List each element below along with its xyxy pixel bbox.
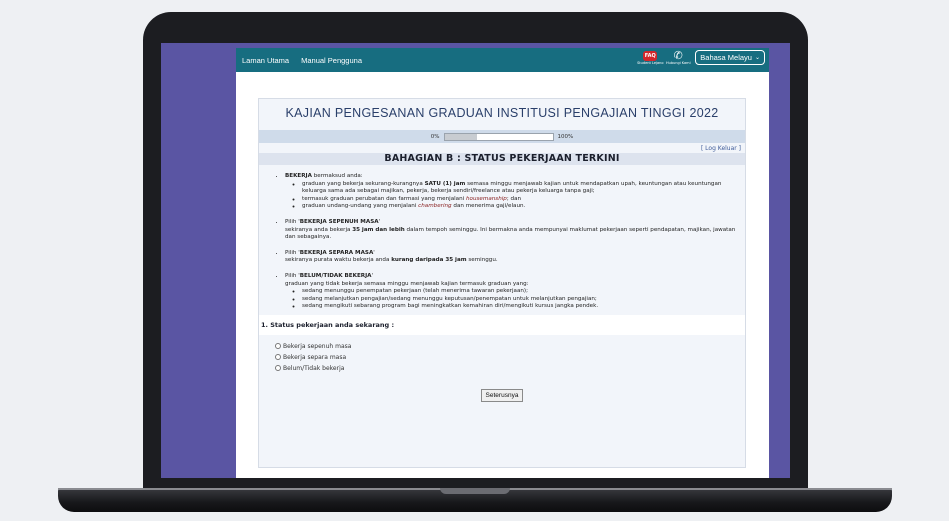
chevron-down-icon: ⌄ (754, 55, 760, 61)
bekerja-item-2: termasuk graduan perubatan dan farmasi y… (302, 196, 745, 204)
instruction-belum: Pilih 'BELUM/TIDAK BEKERJA' graduan yang… (285, 273, 745, 311)
bekerja-item-3-em: chambering (418, 203, 452, 210)
radio-belum-bekerja[interactable] (275, 365, 281, 372)
belum-item: sedang melanjutkan pengajian/sedang menu… (302, 296, 745, 304)
sepenuh-post: ' (378, 218, 381, 225)
instruction-sepenuh: Pilih 'BEKERJA SEPENUH MASA' sekiranya a… (285, 219, 745, 242)
progress-end-label: 100% (557, 133, 574, 140)
nav-link-manual[interactable]: Manual Pengguna (301, 56, 362, 65)
option-separa-masa[interactable]: Bekerja separa masa (275, 352, 745, 363)
bekerja-item-1-bold: SATU (1) jam (424, 180, 466, 187)
instructions: BEKERJA bermaksud anda: graduan yang bek… (259, 165, 745, 311)
term-sepenuh: BEKERJA SEPENUH MASA (299, 218, 379, 225)
faq-caption: Student Lejano (637, 60, 664, 65)
sepenuh-pre: Pilih ' (285, 218, 300, 225)
faq-button[interactable]: FAQ Student Lejano (637, 50, 664, 65)
belum-sublist: sedang menunggu penempatan pekerjaan (te… (285, 288, 745, 311)
bekerja-item-2-rest: ; dan (506, 195, 522, 202)
page-title: KAJIAN PENGESANAN GRADUAN INSTITUSI PENG… (285, 106, 719, 120)
logout-row: [ Log Keluar ] (259, 143, 745, 153)
phone-icon: ✆ (673, 48, 683, 62)
bekerja-item-1-text: graduan yang bekerja sekurang-kurangnya (302, 180, 425, 187)
contact-button[interactable]: ✆ Hubungi Kami (665, 48, 691, 65)
button-row: Seterusnya (259, 382, 745, 402)
laptop-screen: Laman Utama Manual Pengguna FAQ Student … (161, 43, 790, 478)
term-belum: BELUM/TIDAK BEKERJA (299, 272, 372, 279)
option-label: Belum/Tidak bekerja (283, 364, 345, 372)
option-sepenuh-masa[interactable]: Bekerja sepenuh masa (275, 341, 745, 352)
belum-pre: Pilih ' (285, 272, 300, 279)
bekerja-item-3-text: graduan undang-undang yang menjalani (302, 203, 419, 210)
contact-caption: Hubungi Kami (665, 60, 691, 65)
bekerja-item-2-text: termasuk graduan perubatan dan farmasi y… (302, 195, 466, 202)
progress-start-label: 0% (430, 133, 440, 140)
instruction-list: BEKERJA bermaksud anda: graduan yang bek… (279, 173, 745, 311)
term-separa: BEKERJA SEPARA MASA (299, 249, 374, 256)
survey-panel: KAJIAN PENGESANAN GRADUAN INSTITUSI PENG… (258, 98, 746, 468)
radio-separa-masa[interactable] (275, 354, 281, 361)
nav-link-home[interactable]: Laman Utama (242, 56, 289, 65)
faq-icon: FAQ (643, 50, 658, 61)
separa-desc-bold: kurang daripada 35 jam (391, 257, 467, 264)
term-bekerja: BEKERJA (285, 173, 312, 179)
section-title: BAHAGIAN B : STATUS PEKERJAAN TERKINI (259, 153, 745, 165)
bekerja-item-3-rest: dan menerima gaji/elaun. (451, 203, 526, 210)
progress-row: 0% 100% (259, 130, 745, 143)
belum-item: sedang mengikuti sebarang program bagi m… (302, 303, 745, 311)
laptop-notch (440, 488, 510, 494)
option-belum-bekerja[interactable]: Belum/Tidak bekerja (275, 363, 745, 374)
belum-post: ' (371, 272, 374, 279)
question-label: 1. Status pekerjaan anda sekarang : (259, 314, 745, 335)
logout-link[interactable]: [ Log Keluar ] (701, 145, 741, 152)
bekerja-item-1: graduan yang bekerja sekurang-kurangnya … (302, 181, 745, 196)
separa-post: ' (373, 249, 375, 256)
next-button[interactable]: Seterusnya (480, 388, 524, 402)
sepenuh-desc: sekiranya anda bekerja (285, 226, 353, 233)
progress-fill (444, 133, 477, 140)
language-value: Bahasa Melayu (700, 53, 752, 62)
language-select[interactable]: Bahasa Melayu ⌄ (695, 50, 765, 65)
status-options: Bekerja sepenuh masa Bekerja separa masa… (259, 335, 745, 374)
app-window: Laman Utama Manual Pengguna FAQ Student … (236, 48, 769, 478)
top-nav: Laman Utama Manual Pengguna FAQ Student … (236, 48, 769, 72)
sepenuh-desc-bold: 35 jam dan lebih (352, 226, 405, 233)
bekerja-sublist: graduan yang bekerja sekurang-kurangnya … (285, 181, 745, 211)
bekerja-intro: bermaksud anda: (311, 173, 363, 179)
separa-pre: Pilih ' (285, 249, 300, 256)
instruction-separa: Pilih 'BEKERJA SEPARA MASA' sekiranya pu… (285, 250, 745, 265)
bekerja-item-2-em: housemanship (466, 195, 507, 202)
instruction-bekerja: BEKERJA bermaksud anda: graduan yang bek… (285, 173, 745, 211)
progress-bar (443, 132, 554, 141)
belum-item: sedang menunggu penempatan pekerjaan (te… (302, 288, 745, 296)
radio-sepenuh-masa[interactable] (275, 343, 281, 350)
separa-desc-rest: seminggu. (466, 257, 498, 264)
belum-desc: graduan yang tidak bekerja semasa minggu… (285, 280, 529, 287)
separa-desc: sekiranya purata waktu bekerja anda (285, 257, 392, 264)
option-label: Bekerja sepenuh masa (283, 342, 352, 350)
option-label: Bekerja separa masa (283, 353, 347, 361)
nav-icons: FAQ Student Lejano ✆ Hubungi Kami Bahasa… (637, 48, 765, 65)
bekerja-item-3: graduan undang-undang yang menjalani cha… (302, 203, 745, 211)
